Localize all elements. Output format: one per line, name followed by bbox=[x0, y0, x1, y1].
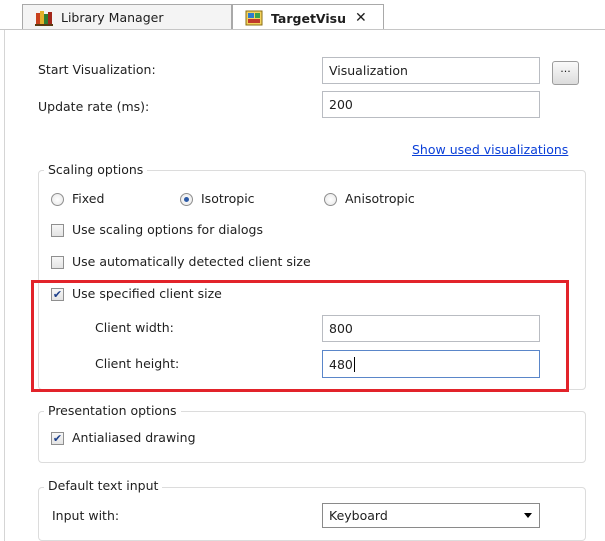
specified-size-checkbox[interactable]: ✔ bbox=[51, 288, 64, 301]
close-icon[interactable]: ✕ bbox=[355, 10, 367, 26]
radio-fixed-label: Fixed bbox=[72, 191, 105, 206]
target-visu-icon bbox=[245, 10, 263, 26]
tab-library-manager-label: Library Manager bbox=[61, 10, 164, 25]
library-books-icon bbox=[35, 10, 53, 26]
start-visualization-label: Start Visualization: bbox=[38, 62, 156, 77]
radio-fixed[interactable] bbox=[51, 193, 64, 206]
show-used-visualizations-link[interactable]: Show used visualizations bbox=[412, 142, 568, 157]
scaling-options-title: Scaling options bbox=[44, 162, 148, 177]
antialiased-checkbox[interactable]: ✔ bbox=[51, 432, 64, 445]
presentation-options-title: Presentation options bbox=[44, 403, 181, 418]
chevron-down-icon bbox=[524, 513, 532, 518]
input-with-label: Input with: bbox=[52, 508, 120, 523]
tab-targetvisu-label: TargetVisu bbox=[271, 10, 346, 26]
radio-isotropic[interactable] bbox=[180, 193, 193, 206]
default-text-input-title: Default text input bbox=[44, 478, 163, 493]
update-rate-label: Update rate (ms): bbox=[38, 99, 150, 114]
radio-isotropic-label: Isotropic bbox=[201, 191, 255, 206]
update-rate-input[interactable]: 200 bbox=[322, 91, 540, 118]
text-caret bbox=[353, 356, 355, 372]
specified-size-checkbox-label: Use specified client size bbox=[72, 286, 222, 301]
editor-tab-strip: Library Manager TargetVisu ✕ bbox=[0, 0, 605, 31]
radio-anisotropic[interactable] bbox=[324, 193, 337, 206]
antialiased-checkbox-label: Antialiased drawing bbox=[72, 430, 196, 445]
client-height-label: Client height: bbox=[95, 356, 180, 371]
client-height-input[interactable]: 480 bbox=[322, 350, 540, 378]
client-width-input[interactable]: 800 bbox=[322, 315, 540, 342]
browse-button[interactable]: ... bbox=[552, 61, 579, 85]
dialogs-checkbox[interactable] bbox=[51, 224, 64, 237]
tab-targetvisu[interactable]: TargetVisu ✕ bbox=[232, 4, 384, 31]
dialogs-checkbox-label: Use scaling options for dialogs bbox=[72, 222, 263, 237]
radio-anisotropic-label: Anisotropic bbox=[345, 191, 415, 206]
client-height-value: 480 bbox=[329, 356, 353, 372]
auto-detect-checkbox-label: Use automatically detected client size bbox=[72, 254, 311, 269]
start-visualization-input[interactable]: Visualization bbox=[322, 57, 540, 84]
client-width-label: Client width: bbox=[95, 320, 174, 335]
input-with-value: Keyboard bbox=[329, 508, 388, 523]
auto-detect-checkbox[interactable] bbox=[51, 256, 64, 269]
input-with-select[interactable]: Keyboard bbox=[322, 503, 540, 528]
tab-library-manager[interactable]: Library Manager bbox=[22, 4, 232, 30]
